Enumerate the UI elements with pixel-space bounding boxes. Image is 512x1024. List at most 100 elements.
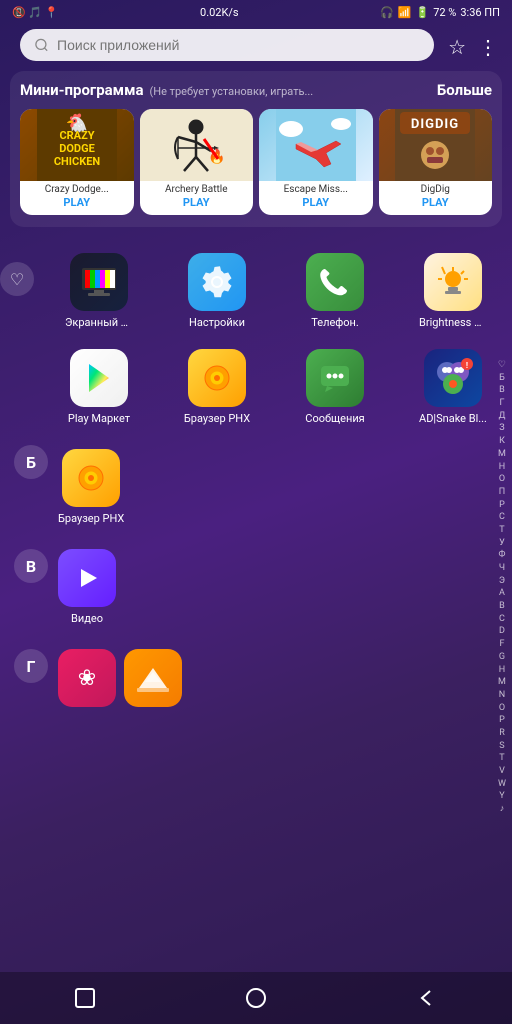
section-g: Г ❀: [0, 637, 512, 727]
battery-percent: 72 %: [433, 6, 456, 19]
alpha-letter[interactable]: Н: [497, 462, 507, 474]
headphone-icon: 🎧: [380, 6, 394, 19]
alpha-letter[interactable]: ♪: [498, 804, 507, 816]
alpha-letter[interactable]: ♡: [496, 360, 508, 372]
mini-app-digdig-play[interactable]: PLAY: [422, 196, 449, 209]
alpha-letter[interactable]: R: [497, 728, 507, 740]
svg-text:DIGDIG: DIGDIG: [411, 117, 459, 132]
app-item-snake[interactable]: ! AD|Snake Bl...: [394, 341, 512, 433]
app-label-browser-b: Браузер PHX: [58, 512, 124, 525]
app-item-messages[interactable]: Сообщения: [276, 341, 394, 433]
section-b-apps: Браузер PHX: [54, 441, 512, 533]
search-bar[interactable]: [20, 29, 434, 61]
mini-app-archery[interactable]: 🔥 Archery Battle PLAY: [140, 109, 254, 215]
alpha-letter[interactable]: Ф: [496, 550, 507, 562]
app-item-browser[interactable]: Браузер PHX: [158, 341, 276, 433]
alpha-letter[interactable]: Y: [497, 791, 506, 803]
app-row-2: Play Маркет Браузер PHX: [0, 341, 512, 433]
alpha-letter[interactable]: О: [497, 474, 507, 486]
alpha-letter[interactable]: У: [497, 538, 507, 550]
alpha-letter[interactable]: F: [497, 639, 506, 651]
alpha-letter[interactable]: Ч: [497, 563, 507, 575]
app-item-pink[interactable]: ❀: [54, 641, 120, 720]
header-icons: ☆ ⋮: [448, 35, 506, 59]
alpha-letter[interactable]: П: [497, 487, 507, 499]
alpha-letter[interactable]: К: [497, 436, 507, 448]
section-b: Б Браузер PHX: [0, 433, 512, 537]
app-label-messages: Сообщения: [305, 412, 364, 425]
alpha-letter[interactable]: В: [497, 385, 507, 397]
section-v-apps: Видео: [54, 541, 512, 633]
svg-text:🐔: 🐔: [66, 113, 88, 134]
app-item-orange[interactable]: [120, 641, 186, 720]
alpha-letter[interactable]: D: [497, 626, 507, 638]
wifi-icon: 📶: [398, 6, 412, 19]
alpha-letter[interactable]: Т: [497, 525, 506, 537]
alpha-letter[interactable]: W: [496, 779, 508, 791]
alpha-letter[interactable]: Д: [497, 411, 508, 423]
app-label-settings: Настройки: [189, 316, 245, 329]
section-g-apps: ❀: [54, 641, 512, 720]
alpha-letter[interactable]: H: [497, 665, 507, 677]
mini-subtitle: (Не требует установки, играть...: [150, 85, 431, 98]
alpha-letter[interactable]: Г: [497, 398, 506, 410]
alpha-letter[interactable]: А: [497, 588, 507, 600]
alpha-letter[interactable]: V: [497, 766, 507, 778]
search-row: ☆ ⋮: [6, 23, 506, 71]
alpha-letter[interactable]: N: [497, 690, 507, 702]
app-item-brightness[interactable]: Brightness C...: [394, 245, 512, 337]
alpha-letter[interactable]: G: [497, 652, 507, 664]
alpha-letter[interactable]: Э: [497, 576, 507, 588]
alpha-letter[interactable]: M: [496, 677, 508, 689]
alpha-letter[interactable]: P: [497, 715, 507, 727]
status-right: 🎧 📶 🔋 72 % 3:36 ПП: [380, 6, 500, 19]
mini-app-crazy-play[interactable]: PLAY: [63, 196, 90, 209]
app-grid-row1: Экранный Т... Настройки Телефон.: [40, 245, 512, 337]
mini-more-button[interactable]: Больше: [437, 81, 492, 99]
app-item-tv[interactable]: Экранный Т...: [40, 245, 158, 337]
app-label-phone: Телефон.: [311, 316, 359, 329]
mini-header: Мини-программа (Не требует установки, иг…: [20, 81, 492, 99]
app-icon-brightness: [424, 253, 482, 311]
mini-app-escape-play[interactable]: PLAY: [302, 196, 329, 209]
mini-app-escape[interactable]: Escape Miss... PLAY: [259, 109, 373, 215]
app-icon-snake: !: [424, 349, 482, 407]
alpha-letter[interactable]: B: [497, 601, 507, 613]
app-icon-video: [58, 549, 116, 607]
alpha-letter[interactable]: Б: [497, 373, 507, 385]
mini-app-archery-img: 🔥: [140, 109, 254, 181]
alpha-letter[interactable]: T: [497, 753, 506, 765]
mini-programs-section: Мини-программа (Не требует установки, иг…: [10, 71, 502, 227]
alpha-letter[interactable]: O: [497, 703, 507, 715]
star-icon[interactable]: ☆: [448, 35, 466, 59]
nav-home-button[interactable]: [236, 978, 276, 1018]
alpha-letter[interactable]: М: [496, 449, 508, 461]
mini-app-digdig[interactable]: DIGDIG DigDig PLAY: [379, 109, 493, 215]
app-icon-playmarket: [70, 349, 128, 407]
app-item-phone[interactable]: Телефон.: [276, 245, 394, 337]
alpha-letter[interactable]: З: [497, 423, 506, 435]
app-item-browser-b[interactable]: Браузер PHX: [54, 441, 128, 533]
nav-recents-button[interactable]: [65, 978, 105, 1018]
nav-back-button[interactable]: [407, 978, 447, 1018]
app-item-playmarket[interactable]: Play Маркет: [40, 341, 158, 433]
alpha-letter[interactable]: Р: [497, 500, 507, 512]
app-item-settings[interactable]: Настройки: [158, 245, 276, 337]
favorites-button[interactable]: ♡: [0, 262, 34, 296]
mini-app-escape-img: [259, 109, 373, 181]
app-icon-phone: [306, 253, 364, 311]
mini-app-archery-play[interactable]: PLAY: [183, 196, 210, 209]
app-icon-orange: [124, 649, 182, 707]
app-label-tv: Экранный Т...: [65, 316, 133, 329]
alpha-letter[interactable]: С: [497, 512, 507, 524]
alpha-letter[interactable]: C: [497, 614, 507, 626]
app-item-video[interactable]: Видео: [54, 541, 120, 633]
bottom-nav: [0, 972, 512, 1024]
menu-icon[interactable]: ⋮: [478, 35, 498, 59]
mini-app-crazy-dodge[interactable]: CRAZY DODGE CHICKEN 🐔 Crazy Dodge... PLA…: [20, 109, 134, 215]
alpha-sidebar[interactable]: ♡БВГДЗКМНОПРСТУФЧЭАBCDFGHMNOPRSTVWY♪: [496, 360, 508, 816]
app-icon-browser: [188, 349, 246, 407]
alpha-letter[interactable]: S: [497, 741, 506, 753]
search-input[interactable]: [57, 37, 420, 53]
time: 3:36 ПП: [460, 6, 500, 19]
